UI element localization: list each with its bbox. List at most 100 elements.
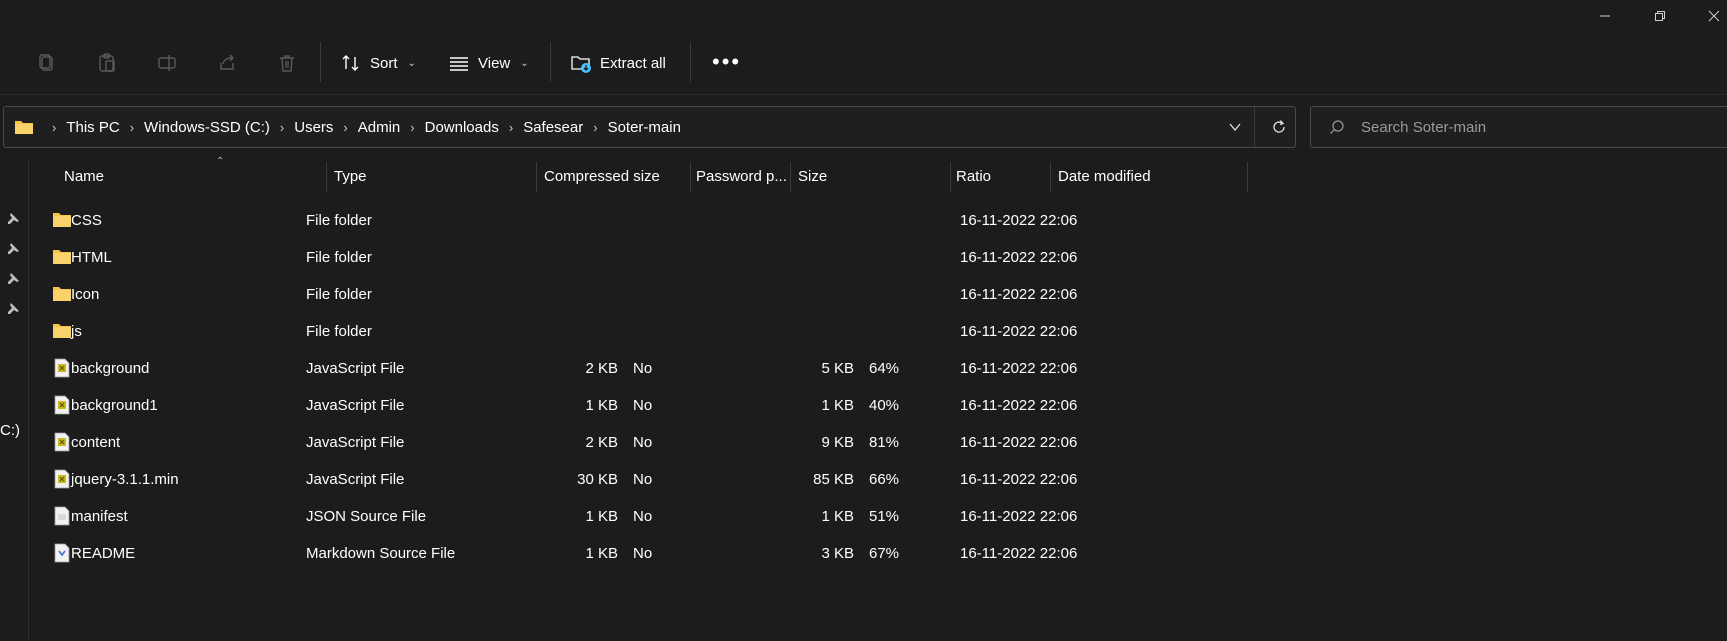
sort-label: Sort	[370, 54, 398, 72]
chevron-right-icon: ›	[508, 119, 514, 135]
column-header-compressed-size[interactable]: Compressed size	[544, 160, 660, 192]
paste-icon[interactable]	[92, 48, 122, 78]
file-name: js	[71, 322, 82, 340]
breadcrumb-item[interactable]: Downloads	[425, 119, 499, 136]
file-row[interactable]: content JavaScript File 2 KB No 9 KB 81% 16-11…	[28, 422, 1727, 462]
column-divider[interactable]	[950, 162, 951, 192]
file-name: background1	[71, 396, 158, 414]
column-divider[interactable]	[1050, 162, 1051, 192]
file-ratio	[869, 237, 949, 277]
pin-icon[interactable]	[6, 242, 20, 256]
minimize-icon[interactable]	[1595, 6, 1615, 26]
file-row[interactable]: background1 JavaScript File 1 KB No 1 KB 40% 1…	[28, 385, 1727, 425]
sort-ascending-icon: ⌃	[216, 156, 225, 167]
breadcrumb-item[interactable]: Users	[294, 119, 333, 136]
file-size: 1 KB	[821, 507, 854, 525]
file-date-modified: 16-11-2022 22:06	[960, 396, 1078, 414]
column-divider[interactable]	[536, 162, 537, 192]
breadcrumb-item[interactable]: Soter-main	[608, 119, 681, 136]
file-password	[633, 274, 723, 314]
sort-icon	[342, 55, 359, 71]
search-box[interactable]	[1310, 106, 1727, 148]
file-type: JavaScript File	[306, 396, 405, 414]
folder-icon	[52, 247, 72, 267]
file-date-modified: 16-11-2022 22:06	[960, 433, 1078, 451]
file-row[interactable]: jquery-3.1.1.min JavaScript File 30 KB No 85…	[28, 459, 1727, 499]
refresh-icon[interactable]	[1268, 116, 1290, 138]
column-divider[interactable]	[1247, 162, 1248, 192]
column-header-name[interactable]: Name	[64, 160, 104, 192]
file-name: manifest	[71, 507, 128, 525]
column-header-password[interactable]: Password p...	[696, 160, 787, 192]
more-options-button[interactable]: •••	[712, 51, 741, 73]
file-compressed-size: 1 KB	[585, 396, 618, 414]
sort-button[interactable]: Sort ⌄	[340, 46, 416, 80]
file-size	[728, 200, 854, 240]
column-divider[interactable]	[690, 162, 691, 192]
column-header-size[interactable]: Size	[798, 160, 827, 192]
breadcrumb-item[interactable]: Safesear	[523, 119, 583, 136]
file-row[interactable]: js File folder 16-11-2022 22:06	[28, 311, 1727, 351]
column-header-date-modified[interactable]: Date modified	[1058, 160, 1151, 192]
file-password	[633, 237, 723, 277]
file-date-modified: 16-11-2022 22:06	[960, 211, 1078, 229]
share-icon[interactable]	[212, 48, 242, 78]
column-divider[interactable]	[790, 162, 791, 192]
file-date-modified: 16-11-2022 22:06	[960, 285, 1078, 303]
extract-folder-icon	[571, 56, 591, 73]
breadcrumb-item[interactable]: Windows-SSD (C:)	[144, 119, 270, 136]
file-type: Markdown Source File	[306, 544, 456, 562]
file-date-modified: 16-11-2022 22:06	[960, 470, 1078, 488]
address-bar[interactable]: › This PC › Windows-SSD (C:) › Users › Admin › D…	[3, 106, 1296, 148]
breadcrumb-item[interactable]: Admin	[358, 119, 401, 136]
file-row[interactable]: HTML File folder 16-11-2022 22:06	[28, 237, 1727, 277]
column-divider[interactable]	[326, 162, 327, 192]
restore-icon[interactable]	[1650, 6, 1670, 26]
file-password: No	[633, 433, 653, 451]
pin-icon[interactable]	[6, 272, 20, 286]
file-compressed-size: 2 KB	[585, 433, 618, 451]
extract-all-label: Extract all	[600, 54, 666, 72]
file-date-modified: 16-11-2022 22:06	[960, 359, 1078, 377]
command-bar: Sort ⌄ View ⌄ Extract all •••	[0, 32, 1727, 95]
close-icon[interactable]	[1704, 6, 1724, 26]
chevron-down-icon[interactable]	[1224, 116, 1246, 138]
file-row[interactable]: Icon File folder 16-11-2022 22:06	[28, 274, 1727, 314]
search-icon	[1330, 120, 1344, 134]
file-ratio: 67%	[869, 544, 900, 562]
chevron-right-icon: ›	[410, 119, 415, 135]
js-file-icon	[52, 395, 72, 415]
extract-all-button[interactable]: Extract all	[570, 46, 666, 80]
view-label: View	[478, 54, 511, 72]
chevron-down-icon: ⌄	[407, 57, 416, 69]
toolbar-divider	[320, 42, 321, 82]
file-compressed-size: 2 KB	[585, 359, 618, 377]
file-name: Icon	[71, 285, 100, 303]
file-date-modified: 16-11-2022 22:06	[960, 322, 1078, 340]
file-name: HTML	[71, 248, 112, 266]
file-date-modified: 16-11-2022 22:06	[960, 544, 1078, 562]
column-header-ratio[interactable]: Ratio	[956, 160, 991, 192]
file-row[interactable]: CSS File folder 16-11-2022 22:06	[28, 200, 1727, 240]
search-input[interactable]	[1359, 117, 1703, 137]
file-row[interactable]: manifest JSON Source File 1 KB No 1 KB 51% 16-…	[28, 496, 1727, 536]
column-header-type[interactable]: Type	[334, 160, 367, 192]
file-compressed-size: 30 KB	[577, 470, 618, 488]
pin-icon[interactable]	[6, 212, 20, 226]
nav-item-drive[interactable]: C:)	[0, 422, 20, 439]
js-file-icon	[52, 432, 72, 452]
file-password	[633, 311, 723, 351]
chevron-right-icon: ›	[593, 119, 598, 135]
breadcrumb-item[interactable]: This PC	[66, 119, 119, 136]
pin-icon[interactable]	[6, 302, 20, 316]
rename-icon[interactable]	[152, 48, 182, 78]
file-row[interactable]: background JavaScript File 2 KB No 5 KB 64% 16…	[28, 348, 1727, 388]
view-icon	[450, 57, 468, 71]
file-type: File folder	[306, 322, 372, 340]
chevron-right-icon: ›	[129, 119, 135, 135]
copy-icon[interactable]	[32, 48, 62, 78]
file-row[interactable]: README Markdown Source File 1 KB No 3 KB 67% 1…	[28, 533, 1727, 573]
view-button[interactable]: View ⌄	[448, 46, 529, 80]
delete-icon[interactable]	[272, 48, 302, 78]
file-size: 5 KB	[821, 359, 854, 377]
